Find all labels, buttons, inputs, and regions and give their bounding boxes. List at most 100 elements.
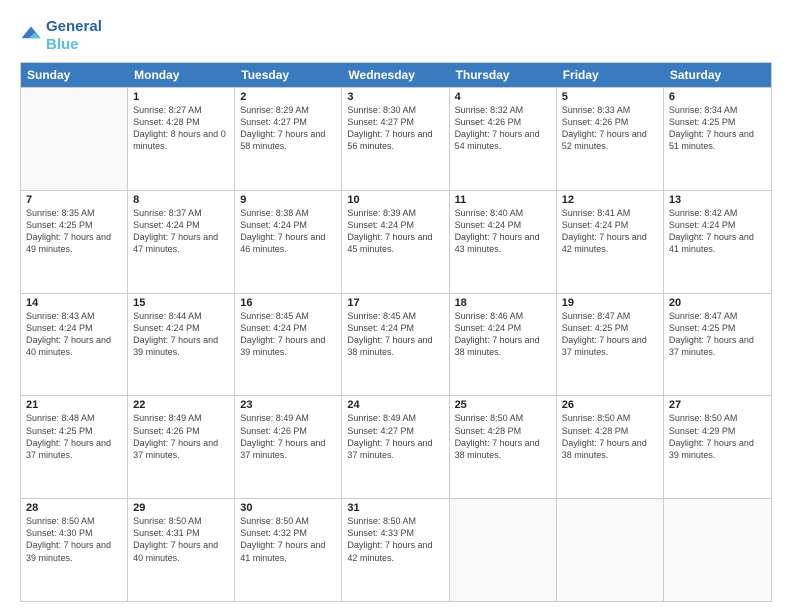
table-row: 6Sunrise: 8:34 AMSunset: 4:25 PMDaylight… [664,88,771,190]
day-info: Sunrise: 8:27 AMSunset: 4:28 PMDaylight:… [133,104,229,153]
table-row: 1Sunrise: 8:27 AMSunset: 4:28 PMDaylight… [128,88,235,190]
table-row [450,499,557,601]
calendar-week: 14Sunrise: 8:43 AMSunset: 4:24 PMDayligh… [21,293,771,396]
day-info: Sunrise: 8:48 AMSunset: 4:25 PMDaylight:… [26,412,122,461]
day-number: 28 [26,502,122,514]
day-info: Sunrise: 8:47 AMSunset: 4:25 PMDaylight:… [562,310,658,359]
table-row: 9Sunrise: 8:38 AMSunset: 4:24 PMDaylight… [235,191,342,293]
table-row: 30Sunrise: 8:50 AMSunset: 4:32 PMDayligh… [235,499,342,601]
calendar-week: 1Sunrise: 8:27 AMSunset: 4:28 PMDaylight… [21,87,771,190]
day-number: 8 [133,194,229,206]
table-row [664,499,771,601]
day-number: 26 [562,399,658,411]
day-info: Sunrise: 8:44 AMSunset: 4:24 PMDaylight:… [133,310,229,359]
day-number: 25 [455,399,551,411]
day-number: 6 [669,91,766,103]
day-number: 5 [562,91,658,103]
table-row: 31Sunrise: 8:50 AMSunset: 4:33 PMDayligh… [342,499,449,601]
day-number: 17 [347,297,443,309]
table-row: 29Sunrise: 8:50 AMSunset: 4:31 PMDayligh… [128,499,235,601]
table-row: 11Sunrise: 8:40 AMSunset: 4:24 PMDayligh… [450,191,557,293]
table-row: 27Sunrise: 8:50 AMSunset: 4:29 PMDayligh… [664,396,771,498]
day-number: 2 [240,91,336,103]
day-number: 22 [133,399,229,411]
logo-icon [20,25,42,47]
table-row: 25Sunrise: 8:50 AMSunset: 4:28 PMDayligh… [450,396,557,498]
day-info: Sunrise: 8:29 AMSunset: 4:27 PMDaylight:… [240,104,336,153]
day-info: Sunrise: 8:37 AMSunset: 4:24 PMDaylight:… [133,207,229,256]
day-info: Sunrise: 8:50 AMSunset: 4:33 PMDaylight:… [347,515,443,564]
day-info: Sunrise: 8:45 AMSunset: 4:24 PMDaylight:… [240,310,336,359]
weekday-header: Thursday [450,63,557,87]
day-number: 9 [240,194,336,206]
calendar-week: 21Sunrise: 8:48 AMSunset: 4:25 PMDayligh… [21,395,771,498]
day-info: Sunrise: 8:49 AMSunset: 4:26 PMDaylight:… [133,412,229,461]
table-row: 14Sunrise: 8:43 AMSunset: 4:24 PMDayligh… [21,294,128,396]
table-row: 2Sunrise: 8:29 AMSunset: 4:27 PMDaylight… [235,88,342,190]
day-info: Sunrise: 8:50 AMSunset: 4:30 PMDaylight:… [26,515,122,564]
day-number: 19 [562,297,658,309]
day-info: Sunrise: 8:45 AMSunset: 4:24 PMDaylight:… [347,310,443,359]
day-info: Sunrise: 8:49 AMSunset: 4:26 PMDaylight:… [240,412,336,461]
logo: General Blue [20,18,102,54]
day-info: Sunrise: 8:33 AMSunset: 4:26 PMDaylight:… [562,104,658,153]
table-row: 5Sunrise: 8:33 AMSunset: 4:26 PMDaylight… [557,88,664,190]
day-number: 30 [240,502,336,514]
day-info: Sunrise: 8:43 AMSunset: 4:24 PMDaylight:… [26,310,122,359]
day-info: Sunrise: 8:40 AMSunset: 4:24 PMDaylight:… [455,207,551,256]
day-number: 10 [347,194,443,206]
day-number: 18 [455,297,551,309]
page: General Blue SundayMondayTuesdayWednesda… [0,0,792,612]
table-row: 15Sunrise: 8:44 AMSunset: 4:24 PMDayligh… [128,294,235,396]
weekday-header: Saturday [664,63,771,87]
table-row: 22Sunrise: 8:49 AMSunset: 4:26 PMDayligh… [128,396,235,498]
day-info: Sunrise: 8:49 AMSunset: 4:27 PMDaylight:… [347,412,443,461]
table-row: 10Sunrise: 8:39 AMSunset: 4:24 PMDayligh… [342,191,449,293]
weekday-header: Sunday [21,63,128,87]
weekday-header: Monday [128,63,235,87]
day-info: Sunrise: 8:38 AMSunset: 4:24 PMDaylight:… [240,207,336,256]
table-row: 21Sunrise: 8:48 AMSunset: 4:25 PMDayligh… [21,396,128,498]
table-row: 12Sunrise: 8:41 AMSunset: 4:24 PMDayligh… [557,191,664,293]
table-row: 19Sunrise: 8:47 AMSunset: 4:25 PMDayligh… [557,294,664,396]
day-number: 7 [26,194,122,206]
day-info: Sunrise: 8:50 AMSunset: 4:31 PMDaylight:… [133,515,229,564]
day-info: Sunrise: 8:46 AMSunset: 4:24 PMDaylight:… [455,310,551,359]
day-number: 29 [133,502,229,514]
table-row: 23Sunrise: 8:49 AMSunset: 4:26 PMDayligh… [235,396,342,498]
table-row: 24Sunrise: 8:49 AMSunset: 4:27 PMDayligh… [342,396,449,498]
table-row: 26Sunrise: 8:50 AMSunset: 4:28 PMDayligh… [557,396,664,498]
table-row: 13Sunrise: 8:42 AMSunset: 4:24 PMDayligh… [664,191,771,293]
day-number: 16 [240,297,336,309]
table-row [21,88,128,190]
calendar-body: 1Sunrise: 8:27 AMSunset: 4:28 PMDaylight… [21,87,771,601]
day-info: Sunrise: 8:50 AMSunset: 4:28 PMDaylight:… [455,412,551,461]
day-info: Sunrise: 8:50 AMSunset: 4:28 PMDaylight:… [562,412,658,461]
calendar-week: 28Sunrise: 8:50 AMSunset: 4:30 PMDayligh… [21,498,771,601]
day-info: Sunrise: 8:32 AMSunset: 4:26 PMDaylight:… [455,104,551,153]
day-number: 23 [240,399,336,411]
weekday-header: Friday [557,63,664,87]
day-info: Sunrise: 8:41 AMSunset: 4:24 PMDaylight:… [562,207,658,256]
table-row: 4Sunrise: 8:32 AMSunset: 4:26 PMDaylight… [450,88,557,190]
weekday-header: Wednesday [342,63,449,87]
table-row: 7Sunrise: 8:35 AMSunset: 4:25 PMDaylight… [21,191,128,293]
table-row: 20Sunrise: 8:47 AMSunset: 4:25 PMDayligh… [664,294,771,396]
day-number: 21 [26,399,122,411]
calendar-week: 7Sunrise: 8:35 AMSunset: 4:25 PMDaylight… [21,190,771,293]
day-info: Sunrise: 8:34 AMSunset: 4:25 PMDaylight:… [669,104,766,153]
day-info: Sunrise: 8:35 AMSunset: 4:25 PMDaylight:… [26,207,122,256]
table-row: 3Sunrise: 8:30 AMSunset: 4:27 PMDaylight… [342,88,449,190]
day-number: 12 [562,194,658,206]
day-number: 31 [347,502,443,514]
day-number: 14 [26,297,122,309]
weekday-header: Tuesday [235,63,342,87]
day-info: Sunrise: 8:39 AMSunset: 4:24 PMDaylight:… [347,207,443,256]
day-number: 13 [669,194,766,206]
day-info: Sunrise: 8:47 AMSunset: 4:25 PMDaylight:… [669,310,766,359]
logo-text: General Blue [46,18,102,54]
day-info: Sunrise: 8:30 AMSunset: 4:27 PMDaylight:… [347,104,443,153]
table-row: 18Sunrise: 8:46 AMSunset: 4:24 PMDayligh… [450,294,557,396]
calendar-header: SundayMondayTuesdayWednesdayThursdayFrid… [21,63,771,87]
day-number: 24 [347,399,443,411]
